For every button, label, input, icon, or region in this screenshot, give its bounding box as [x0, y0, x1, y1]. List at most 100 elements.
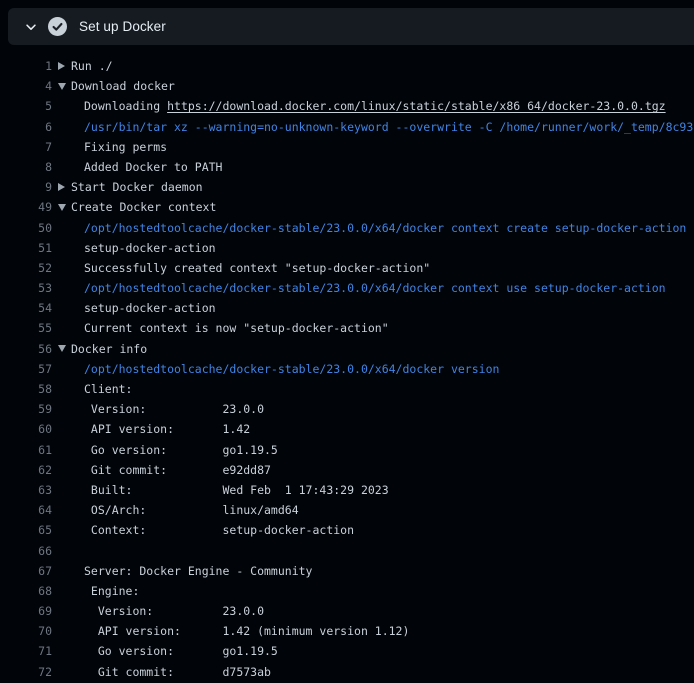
log-line-row: 64 OS/Arch: linux/amd64	[0, 500, 694, 520]
line-number[interactable]: 8	[0, 157, 52, 177]
log-text: Version: 23.0.0	[52, 399, 264, 419]
log-line-row: 8Added Docker to PATH	[0, 157, 694, 177]
line-number[interactable]: 53	[0, 278, 52, 298]
log-line-row: 68 Engine:	[0, 581, 694, 601]
group-title: Docker info	[71, 339, 147, 359]
line-number[interactable]: 9	[0, 177, 52, 197]
log-text: Go version: go1.19.5	[52, 641, 278, 661]
log-group-row[interactable]: 9 Start Docker daemon	[0, 177, 694, 197]
log-line-row: 58Client:	[0, 379, 694, 399]
line-number[interactable]: 54	[0, 298, 52, 318]
log-line-row: 61 Go version: go1.19.5	[0, 440, 694, 460]
log-text: Git commit: d7573ab	[52, 662, 271, 682]
triangle-down-icon[interactable]	[58, 204, 71, 211]
log-text: Git commit: e92dd87	[52, 460, 271, 480]
log-text: Current context is now "setup-docker-act…	[52, 318, 389, 338]
log-line-row: 69 Version: 23.0.0	[0, 601, 694, 621]
log-text: Engine:	[52, 581, 139, 601]
log-line-row: 71 Go version: go1.19.5	[0, 641, 694, 661]
line-number[interactable]: 61	[0, 440, 52, 460]
log-command-text: /opt/hostedtoolcache/docker-stable/23.0.…	[52, 278, 666, 298]
log-text: setup-docker-action	[52, 238, 216, 258]
log-group-row[interactable]: 49 Create Docker context	[0, 197, 694, 217]
log-line-row: 57/opt/hostedtoolcache/docker-stable/23.…	[0, 359, 694, 379]
log-text: Successfully created context "setup-dock…	[52, 258, 430, 278]
line-number[interactable]: 67	[0, 561, 52, 581]
log-line-row: 54setup-docker-action	[0, 298, 694, 318]
line-number[interactable]: 7	[0, 137, 52, 157]
line-number[interactable]: 49	[0, 197, 52, 217]
log-line-row: 5Downloading https://download.docker.com…	[0, 96, 694, 116]
triangle-down-icon[interactable]	[58, 345, 71, 352]
line-number[interactable]: 68	[0, 581, 52, 601]
triangle-down-icon[interactable]	[58, 83, 71, 90]
chevron-down-icon[interactable]	[24, 20, 38, 34]
line-number[interactable]: 56	[0, 339, 52, 359]
line-number[interactable]: 50	[0, 218, 52, 238]
line-number[interactable]: 58	[0, 379, 52, 399]
log-group-row[interactable]: 1 Run ./	[0, 56, 694, 76]
line-number[interactable]: 62	[0, 460, 52, 480]
log-text	[52, 541, 84, 561]
log-line-row: 55Current context is now "setup-docker-a…	[0, 318, 694, 338]
line-number[interactable]: 60	[0, 419, 52, 439]
line-number[interactable]: 52	[0, 258, 52, 278]
log-line-row: 66	[0, 541, 694, 561]
line-number[interactable]: 57	[0, 359, 52, 379]
line-number[interactable]: 63	[0, 480, 52, 500]
line-number[interactable]: 5	[0, 96, 52, 116]
group-title: Run ./	[71, 56, 113, 76]
log-text-prefix: Downloading	[84, 99, 167, 113]
line-number[interactable]: 6	[0, 117, 52, 137]
log-text: OS/Arch: linux/amd64	[52, 500, 299, 520]
log-text: Client:	[52, 379, 132, 399]
log-line-row: 50/opt/hostedtoolcache/docker-stable/23.…	[0, 218, 694, 238]
download-url-link[interactable]: https://download.docker.com/linux/static…	[167, 99, 666, 113]
log-line-row: 60 API version: 1.42	[0, 419, 694, 439]
triangle-right-icon[interactable]	[58, 62, 71, 70]
log-text: Downloading https://download.docker.com/…	[52, 96, 666, 116]
log-group-toggle[interactable]: Run ./	[52, 56, 113, 76]
log-group-row[interactable]: 56 Docker info	[0, 339, 694, 359]
log-text: Fixing perms	[52, 137, 167, 157]
log-command-text: /opt/hostedtoolcache/docker-stable/23.0.…	[52, 359, 499, 379]
log-line-row: 70 API version: 1.42 (minimum version 1.…	[0, 621, 694, 641]
step-header[interactable]: Set up Docker	[8, 8, 694, 45]
log-line-row: 52Successfully created context "setup-do…	[0, 258, 694, 278]
log-line-row: 67Server: Docker Engine - Community	[0, 561, 694, 581]
line-number[interactable]: 59	[0, 399, 52, 419]
log-command-text: /opt/hostedtoolcache/docker-stable/23.0.…	[52, 218, 686, 238]
log-group-toggle[interactable]: Download docker	[52, 76, 175, 96]
log-group-toggle[interactable]: Create Docker context	[52, 197, 216, 217]
group-title: Create Docker context	[71, 197, 216, 217]
log-line-row: 51setup-docker-action	[0, 238, 694, 258]
log-group-row[interactable]: 4 Download docker	[0, 76, 694, 96]
log-text: Server: Docker Engine - Community	[52, 561, 312, 581]
line-number[interactable]: 64	[0, 500, 52, 520]
line-number[interactable]: 4	[0, 76, 52, 96]
log-text: setup-docker-action	[52, 298, 216, 318]
log-line-row: 59 Version: 23.0.0	[0, 399, 694, 419]
log-group-toggle[interactable]: Start Docker daemon	[52, 177, 203, 197]
log-line-row: 6/usr/bin/tar xz --warning=no-unknown-ke…	[0, 117, 694, 137]
log-command-text: /usr/bin/tar xz --warning=no-unknown-key…	[52, 117, 693, 137]
line-number[interactable]: 71	[0, 641, 52, 661]
line-number[interactable]: 1	[0, 56, 52, 76]
log-lines: 1Run ./4Download docker5Downloading http…	[0, 45, 694, 683]
line-number[interactable]: 51	[0, 238, 52, 258]
line-number[interactable]: 55	[0, 318, 52, 338]
group-title: Download docker	[71, 76, 175, 96]
triangle-right-icon[interactable]	[58, 183, 71, 191]
log-line-row: 63 Built: Wed Feb 1 17:43:29 2023	[0, 480, 694, 500]
log-group-toggle[interactable]: Docker info	[52, 339, 147, 359]
log-text: Built: Wed Feb 1 17:43:29 2023	[52, 480, 389, 500]
line-number[interactable]: 66	[0, 541, 52, 561]
line-number[interactable]: 69	[0, 601, 52, 621]
log-text: Version: 23.0.0	[52, 601, 264, 621]
line-number[interactable]: 65	[0, 520, 52, 540]
success-check-icon	[48, 17, 67, 36]
line-number[interactable]: 72	[0, 662, 52, 682]
group-title: Start Docker daemon	[71, 177, 203, 197]
log-line-row: 53/opt/hostedtoolcache/docker-stable/23.…	[0, 278, 694, 298]
line-number[interactable]: 70	[0, 621, 52, 641]
